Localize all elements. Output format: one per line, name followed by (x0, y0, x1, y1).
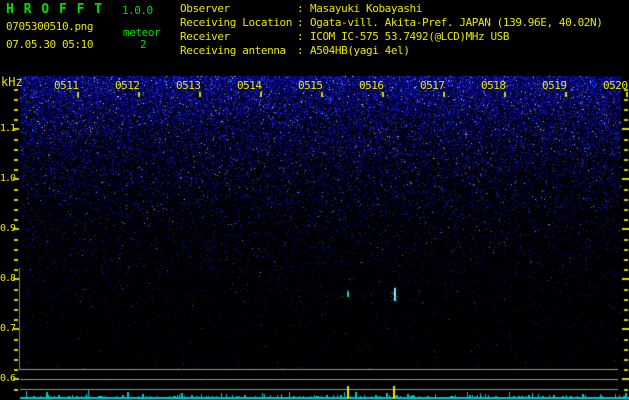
time-tick-label: 0512 (115, 79, 140, 92)
metadata-value: Masayuki Kobayashi (310, 2, 423, 15)
metadata-label: Observer (180, 2, 230, 15)
metadata-row: Receiving Location : Ogata-vill. Akita-P… (0, 16, 629, 29)
metadata-value: ICOM IC-575 53.7492(@LCD)MHz USB (310, 30, 510, 43)
freq-tick-label: 1.1 (0, 123, 16, 134)
metadata-colon: : (297, 44, 304, 57)
time-tick-label: 0519 (542, 79, 567, 92)
hrofft-spectrogram-screen: H R O F F T 1.0.0 0705300510.png meteor … (0, 0, 629, 400)
freq-tick-label: 0.9 (0, 223, 16, 234)
freq-tick-label: 1.0 (0, 173, 16, 184)
time-tick-label: 0516 (359, 79, 384, 92)
freq-tick-label: 0.8 (0, 273, 16, 284)
metadata-colon: : (297, 2, 304, 15)
time-tick-label: 0517 (420, 79, 445, 92)
metadata-value: A504HB(yagi 4el) (310, 44, 410, 57)
freq-tick-label: 0.6 (0, 373, 16, 384)
metadata-label: Receiver (180, 30, 230, 43)
time-tick-label: 0514 (237, 79, 262, 92)
freq-tick-label: 0.7 (0, 323, 16, 334)
time-tick-label: 0515 (298, 79, 323, 92)
time-tick-label: 0520 (603, 79, 628, 92)
metadata-label: Receiving antenna (180, 44, 286, 57)
metadata-row: Receiver : ICOM IC-575 53.7492(@LCD)MHz … (0, 30, 629, 43)
metadata-panel: Observer : Masayuki Kobayashi Receiving … (0, 0, 629, 58)
metadata-colon: : (297, 16, 304, 29)
metadata-label: Receiving Location (180, 16, 293, 29)
metadata-row: Receiving antenna : A504HB(yagi 4el) (0, 44, 629, 57)
spectrogram-canvas (0, 0, 629, 400)
time-tick-label: 0513 (176, 79, 201, 92)
metadata-colon: : (297, 30, 304, 43)
time-tick-label: 0518 (481, 79, 506, 92)
freq-axis-unit-label: kHz (1, 75, 23, 89)
time-tick-label: 0511 (54, 79, 79, 92)
metadata-row: Observer : Masayuki Kobayashi (0, 2, 629, 15)
metadata-value: Ogata-vill. Akita-Pref. JAPAN (139.96E, … (310, 16, 603, 29)
